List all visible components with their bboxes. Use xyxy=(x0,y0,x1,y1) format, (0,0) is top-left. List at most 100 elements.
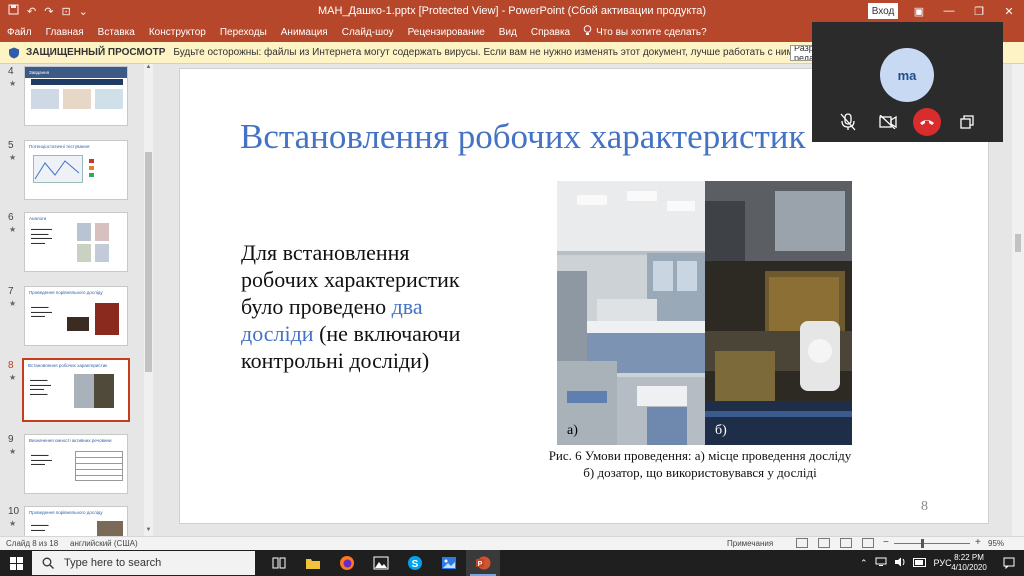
language-indicator[interactable]: английский (США) xyxy=(70,539,138,548)
slide-thumbnails-pane: 4 ★ Завдання 5 ★ Потенціостатичні тестув… xyxy=(0,64,155,536)
tab-slideshow[interactable]: Слайд-шоу xyxy=(335,27,401,38)
start-from-beginning-icon[interactable]: ⊡ xyxy=(61,5,70,18)
thumbnail-slide-7[interactable]: 7 ★ Проведення порівняльного досліду ▬▬▬… xyxy=(0,286,155,360)
powerpoint-icon[interactable]: P xyxy=(466,550,500,576)
star-icon: ★ xyxy=(9,519,17,528)
thumbnail-number: 4 xyxy=(8,66,14,77)
firefox-icon[interactable] xyxy=(330,550,364,576)
thumbnail-number: 5 xyxy=(8,140,14,151)
maximize-button[interactable]: ❐ xyxy=(964,0,994,22)
scroll-down-icon[interactable]: ▼ xyxy=(144,527,153,536)
reading-view-icon[interactable] xyxy=(840,538,852,548)
taskbar-search-box[interactable]: Type here to search xyxy=(32,551,255,575)
caption-line-1: Рис. 6 Умови проведення: а) місце провед… xyxy=(548,448,852,463)
end-call-button[interactable] xyxy=(913,108,941,136)
undo-icon[interactable]: ↶ xyxy=(27,5,36,18)
customize-toolbar-icon[interactable]: ⌄ xyxy=(79,5,88,18)
svg-text:P: P xyxy=(478,561,483,568)
clock[interactable]: 8:22 PM 4/10/2020 xyxy=(944,553,994,573)
photo-viewer-icon[interactable] xyxy=(432,550,466,576)
thumbnail-title: Визначення ємності активних речовини xyxy=(29,438,112,443)
dispenser-image xyxy=(705,181,852,445)
video-off-icon[interactable] xyxy=(874,108,902,136)
mute-mic-icon[interactable] xyxy=(834,108,862,136)
sign-in-button[interactable]: Вход xyxy=(868,3,898,19)
thumbnail-title: Проведення порівняльного досліду xyxy=(29,510,103,515)
zoom-in-icon[interactable]: + xyxy=(975,537,981,548)
slide-number: 8 xyxy=(921,499,928,514)
thumbnail-slide-9[interactable]: 9 ★ Визначення ємності активних речовини… xyxy=(0,434,155,508)
tab-design[interactable]: Конструктор xyxy=(142,27,213,38)
skype-icon[interactable]: S xyxy=(398,550,432,576)
file-explorer-icon[interactable] xyxy=(296,550,330,576)
windows-start-icon[interactable] xyxy=(0,550,32,576)
thumbnail-title: Завдання xyxy=(25,67,127,78)
pop-out-icon[interactable] xyxy=(953,108,981,136)
volume-icon[interactable] xyxy=(894,557,906,569)
battery-icon[interactable] xyxy=(912,557,927,569)
slide-title[interactable]: Встановлення робочих характеристик xyxy=(240,117,806,157)
slide-body-text[interactable]: Для встановлення робочих характеристик б… xyxy=(241,239,491,374)
star-icon: ★ xyxy=(9,79,17,88)
thumbnail-title: Потенціостатичні тестування xyxy=(29,144,90,149)
notification-icon[interactable] xyxy=(1000,554,1018,572)
slide-scrollbar-thumb[interactable] xyxy=(1015,234,1021,252)
clock-time: 8:22 PM xyxy=(954,553,984,562)
star-icon: ★ xyxy=(9,299,17,308)
thumbnail-number: 9 xyxy=(8,434,14,445)
zoom-slider[interactable] xyxy=(894,543,970,544)
task-view-icon[interactable] xyxy=(262,550,296,576)
thumbnail-slide-6[interactable]: 6 ★ Аналоги ▬▬▬▬▬▬ ▬▬▬▬▬ ▬▬▬▬▬▬ ▬▬▬▬ xyxy=(0,212,155,286)
tab-transitions[interactable]: Переходы xyxy=(213,27,274,38)
lab-room-image xyxy=(557,181,705,445)
minimize-button[interactable]: — xyxy=(934,0,964,22)
thumbnail-number: 8 xyxy=(8,360,14,371)
thumbnail-title: Проведення порівняльного досліду xyxy=(29,290,103,295)
redo-icon[interactable]: ↷ xyxy=(44,5,53,18)
star-icon: ★ xyxy=(9,447,17,456)
close-button[interactable]: ✕ xyxy=(994,0,1024,22)
taskbar: Type here to search S P ⌃ РУС 8:22 PM 4/… xyxy=(0,550,1024,576)
thumbnail-slide-5[interactable]: 5 ★ Потенціостатичні тестування xyxy=(0,140,155,214)
thumbnail-title: Встановлення робочих характеристик xyxy=(28,363,108,368)
tab-view[interactable]: Вид xyxy=(492,27,524,38)
tab-home[interactable]: Главная xyxy=(39,27,91,38)
thumbnail-slide-4[interactable]: 4 ★ Завдання xyxy=(0,66,155,140)
system-tray: ⌃ РУС xyxy=(860,550,952,576)
slideshow-view-icon[interactable] xyxy=(862,538,874,548)
star-icon: ★ xyxy=(9,373,17,382)
tab-insert[interactable]: Вставка xyxy=(91,27,142,38)
normal-view-icon[interactable] xyxy=(796,538,808,548)
photo-lab[interactable]: а) xyxy=(557,181,705,445)
tab-help[interactable]: Справка xyxy=(524,27,577,38)
thumbnail-slide-8[interactable]: 8 ★ Встановлення робочих характеристик ▬… xyxy=(0,358,155,434)
slide-sorter-icon[interactable] xyxy=(818,538,830,548)
photo-dispenser[interactable]: б) xyxy=(705,181,852,445)
tell-me-box[interactable]: Что вы хотите сделать? xyxy=(577,25,707,39)
thumbnail-number: 7 xyxy=(8,286,14,297)
figure-caption[interactable]: Рис. 6 Умови проведення: а) місце провед… xyxy=(510,447,890,481)
show-hidden-icons-icon[interactable]: ⌃ xyxy=(860,558,868,569)
thumbnails-scrollbar-thumb[interactable] xyxy=(145,152,152,372)
tab-file[interactable]: Файл xyxy=(0,27,39,38)
protected-view-title: ЗАЩИЩЕННЫЙ ПРОСМОТР xyxy=(26,47,166,58)
zoom-slider-handle[interactable] xyxy=(921,539,924,548)
slide-scrollbar[interactable] xyxy=(1012,64,1024,536)
star-icon: ★ xyxy=(9,153,17,162)
lightbulb-icon xyxy=(583,25,592,39)
ribbon-display-options-icon[interactable]: ▣ xyxy=(904,0,934,22)
notes-button[interactable]: Примечания xyxy=(727,539,773,548)
thumbnail-slide-10[interactable]: 10 ★ Проведення порівняльного досліду ▬▬… xyxy=(0,506,155,536)
zoom-level[interactable]: 95% xyxy=(988,539,1004,548)
photos-icon[interactable] xyxy=(364,550,398,576)
tab-review[interactable]: Рецензирование xyxy=(401,27,492,38)
svg-text:S: S xyxy=(412,559,419,570)
zoom-out-icon[interactable]: − xyxy=(883,537,889,548)
network-icon[interactable] xyxy=(875,557,887,569)
save-icon[interactable] xyxy=(8,4,19,18)
tab-animations[interactable]: Анимация xyxy=(274,27,335,38)
scroll-up-icon[interactable]: ▲ xyxy=(144,64,153,73)
clock-date: 4/10/2020 xyxy=(951,563,987,572)
thumbnails-scrollbar[interactable]: ▲ ▼ xyxy=(144,64,153,536)
body-text-part: Для встановлення робочих характеристик б… xyxy=(241,240,460,319)
